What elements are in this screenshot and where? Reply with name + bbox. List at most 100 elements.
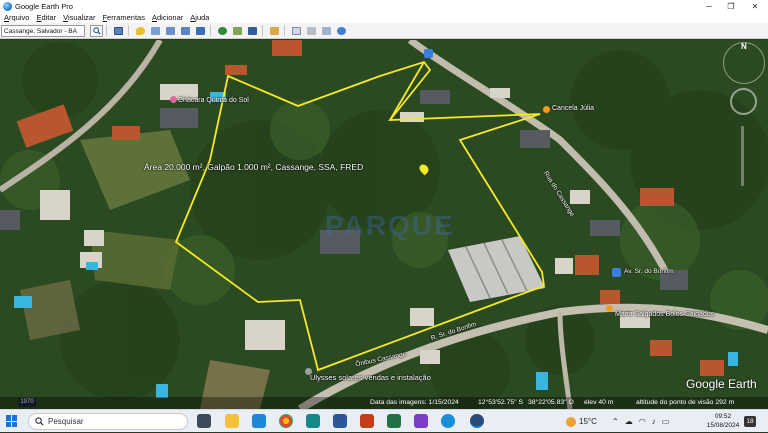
google-maps-button[interactable] [335, 25, 348, 37]
ruler-icon [270, 26, 279, 35]
minimize-button[interactable]: ─ [698, 0, 720, 12]
google-earth-taskbar-icon[interactable] [470, 414, 484, 428]
close-button[interactable]: ✕ [744, 0, 766, 12]
eye-altitude-readout: altitude do ponto de visão 292 m [636, 399, 735, 406]
latitude-readout: 12°53'52.75" S [478, 399, 523, 406]
road-label-av-bonfim: Av. Sr. do Bonfim [624, 268, 674, 275]
path-icon [166, 26, 175, 35]
menu-visualizar[interactable]: Visualizar [63, 13, 95, 22]
record-tour-icon [196, 26, 205, 35]
placemark-icon [136, 26, 145, 35]
menu-ferramentas[interactable]: Ferramentas [102, 13, 145, 22]
north-indicator-icon: N [741, 42, 747, 51]
chrome-icon[interactable] [279, 414, 293, 428]
onenote-icon[interactable] [414, 414, 428, 428]
planets-icon [248, 26, 257, 35]
maps-icon [337, 26, 346, 35]
menu-editar[interactable]: Editar [36, 13, 56, 22]
cloud-icon: ☁ [624, 417, 633, 426]
clock[interactable]: 09:52 15/08/2024 [706, 412, 740, 430]
place-label-maria: Maria Salgados Bolos Salgados [615, 311, 715, 318]
ruler-button[interactable] [268, 25, 281, 37]
clock-date: 15/08/2024 [706, 422, 740, 429]
poi-pin-chacara[interactable] [170, 96, 177, 103]
weather-temp: 15°C [579, 417, 597, 426]
email-button[interactable] [290, 25, 303, 37]
system-tray[interactable]: ⌃ ☁ ◠ ♪ ▭ [612, 410, 669, 433]
sidebar-toggle-button[interactable] [112, 25, 125, 37]
sidebar-icon [114, 26, 123, 35]
save-image-icon [322, 26, 331, 35]
status-bar: Data das imagens: 1/15/2024 12°53'52.75"… [0, 397, 768, 409]
edge-icon[interactable] [441, 414, 455, 428]
sunlight-icon [233, 26, 242, 35]
menu-adicionar[interactable]: Adicionar [152, 13, 183, 22]
compass-control[interactable]: N [723, 42, 765, 84]
search-icon [92, 26, 101, 35]
menu-arquivo[interactable]: Arquivo [4, 13, 29, 22]
search-input[interactable]: Cassange, Salvador - BA [1, 24, 85, 37]
placemark-label[interactable]: Área 20.000 m², Galpão 1.000 m², Cassang… [144, 162, 363, 172]
weather-widget[interactable]: 15°C [566, 410, 597, 433]
poi-pin-maria[interactable] [606, 305, 613, 312]
google-earth-watermark: Google Earth [686, 377, 757, 391]
look-joystick[interactable] [730, 88, 757, 115]
sunlight-button[interactable] [231, 25, 244, 37]
chevron-up-icon: ⌃ [612, 417, 619, 426]
taskbar-search-placeholder: Pesquisar [48, 417, 84, 426]
windows-taskbar: Pesquisar 15°C ⌃ ☁ ◠ ♪ ▭ 09:52 15/08/202… [0, 409, 768, 432]
wifi-icon: ◠ [638, 417, 646, 426]
polygon-button[interactable] [149, 25, 162, 37]
task-view-icon[interactable] [197, 414, 211, 428]
print-button[interactable] [305, 25, 318, 37]
placemark-button[interactable] [134, 25, 147, 37]
place-label-chacara: Chácara Quinta do Sol [178, 97, 249, 104]
path-button[interactable] [164, 25, 177, 37]
battery-icon: ▭ [661, 417, 670, 426]
weather-icon [566, 416, 576, 427]
file-explorer-icon[interactable] [225, 414, 239, 428]
title-bar: Google Earth Pro ─ ❐ ✕ [0, 0, 768, 12]
bus-stop-icon[interactable] [424, 49, 433, 58]
windows-start-button[interactable] [6, 415, 18, 427]
record-tour-button[interactable] [194, 25, 207, 37]
excel-icon[interactable] [387, 414, 401, 428]
search-icon [35, 417, 44, 426]
imagery-date: Data das imagens: 1/15/2024 [370, 399, 459, 406]
planets-button[interactable] [246, 25, 259, 37]
longitude-readout: 38°22'05.83" O [528, 399, 574, 406]
window-title: Google Earth Pro [15, 1, 73, 11]
notification-count: 18 [744, 416, 756, 427]
restore-button[interactable]: ❐ [720, 0, 742, 12]
google-earth-app: Google Earth Pro ─ ❐ ✕ Arquivo Editar Vi… [0, 0, 768, 432]
image-overlay-button[interactable] [179, 25, 192, 37]
mail-icon[interactable] [252, 414, 266, 428]
historical-imagery-button[interactable] [216, 25, 229, 37]
email-icon [292, 26, 301, 35]
clock-icon [218, 26, 227, 35]
save-image-button[interactable] [320, 25, 333, 37]
powerpoint-icon[interactable] [360, 414, 374, 428]
toolbar: Cassange, Salvador - BA [0, 23, 768, 39]
edge-dev-icon[interactable] [306, 414, 320, 428]
bus-stop-icon[interactable] [612, 268, 621, 277]
image-overlay-icon [181, 26, 190, 35]
taskbar-search[interactable]: Pesquisar [28, 413, 188, 430]
search-button[interactable] [90, 24, 103, 37]
place-label-cancela: Cancela Júlia [552, 105, 595, 112]
watermark: PARQUE [325, 210, 455, 241]
notification-button[interactable]: 18 [744, 410, 756, 433]
menu-bar: Arquivo Editar Visualizar Ferramentas Ad… [0, 12, 768, 23]
clock-time: 09:52 [714, 413, 732, 420]
polygon-icon [151, 26, 160, 35]
place-label-ulysses: Ulysses solares vendas e instalação [310, 373, 431, 382]
word-icon[interactable] [333, 414, 347, 428]
poi-pin-cancela[interactable] [543, 106, 550, 113]
print-icon [307, 26, 316, 35]
zoom-slider[interactable] [741, 126, 744, 186]
google-earth-logo-icon [3, 1, 12, 11]
elevation-readout: elev 40 m [584, 399, 614, 406]
speaker-icon: ♪ [651, 417, 656, 426]
menu-ajuda[interactable]: Ajuda [190, 13, 209, 22]
map-view[interactable]: Área 20.000 m², Galpão 1.000 m², Cassang… [0, 40, 768, 409]
